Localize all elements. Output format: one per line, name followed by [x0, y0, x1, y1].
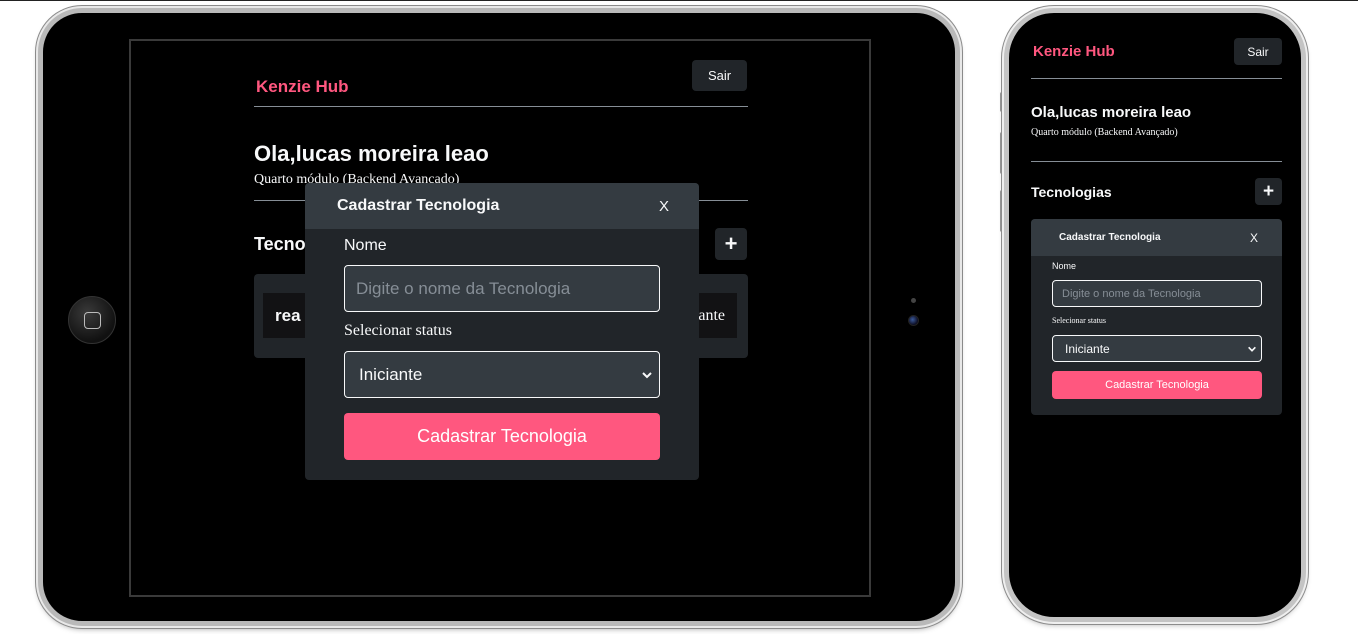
phone-device-frame: Kenzie Hub Sair Ola,lucas moreira leao Q…	[1004, 8, 1306, 622]
submit-technology-button[interactable]: Cadastrar Tecnologia	[1052, 371, 1262, 399]
technology-status: ante	[698, 306, 725, 324]
name-label: Nome	[344, 237, 387, 254]
status-select[interactable]: Iniciante	[344, 351, 660, 398]
header-divider	[254, 106, 748, 107]
technology-name-input[interactable]: Digite o nome da Tecnologia	[1052, 280, 1262, 307]
home-button-icon	[68, 296, 116, 344]
tablet-screen: Kenzie Hub Sair Ola,lucas moreira leao Q…	[129, 39, 871, 597]
phone-screen: Kenzie Hub Sair Ola,lucas moreira leao Q…	[1019, 23, 1291, 607]
modal-header: Cadastrar Tecnologia X	[305, 183, 699, 229]
modal-header: Cadastrar Tecnologia X	[1031, 219, 1282, 256]
register-technology-modal: Cadastrar Tecnologia X Nome Digite o nom…	[305, 183, 699, 480]
status-select[interactable]: Iniciante	[1052, 335, 1262, 362]
logout-button[interactable]: Sair	[1234, 38, 1282, 65]
app-brand: Kenzie Hub	[1033, 43, 1115, 60]
add-technology-button[interactable]: +	[1255, 178, 1282, 205]
modal-title: Cadastrar Tecnologia	[1059, 232, 1161, 243]
sensor-icon	[911, 298, 916, 303]
technology-name: rea	[275, 305, 301, 325]
submit-technology-button[interactable]: Cadastrar Tecnologia	[344, 413, 660, 460]
technology-name-input[interactable]: Digite o nome da Tecnologia	[344, 265, 660, 312]
camera-icon	[908, 315, 919, 326]
status-label: Selecionar status	[1052, 316, 1106, 325]
status-label: Selecionar status	[344, 322, 452, 339]
name-label: Nome	[1052, 261, 1077, 271]
app-brand: Kenzie Hub	[256, 77, 349, 96]
header-divider	[1031, 78, 1282, 79]
status-selected-value: Iniciante	[359, 364, 423, 384]
status-selected-value: Iniciante	[1065, 341, 1110, 356]
technologies-title: Tecnologias	[1031, 184, 1112, 200]
chevron-down-icon	[1248, 346, 1256, 352]
name-placeholder: Digite o nome da Tecnologia	[1062, 287, 1201, 300]
modal-title: Cadastrar Tecnologia	[337, 197, 500, 214]
logout-button[interactable]: Sair	[692, 60, 747, 91]
close-icon[interactable]: X	[659, 198, 669, 215]
name-placeholder: Digite o nome da Tecnologia	[356, 278, 571, 298]
chevron-down-icon	[642, 371, 652, 378]
top-rule	[0, 0, 1358, 1]
add-technology-button[interactable]: +	[715, 228, 747, 260]
tablet-device-frame: Kenzie Hub Sair Ola,lucas moreira leao Q…	[38, 8, 960, 626]
user-greeting: Ola,lucas moreira leao	[1031, 104, 1192, 121]
technologies-title: Tecno	[254, 234, 306, 254]
profile-divider	[1031, 161, 1282, 162]
close-icon[interactable]: X	[1250, 231, 1258, 245]
user-module: Quarto módulo (Backend Avançado)	[1031, 127, 1178, 138]
user-greeting: Ola,lucas moreira leao	[254, 141, 489, 166]
register-technology-modal: Cadastrar Tecnologia X Nome Digite o nom…	[1031, 219, 1282, 415]
